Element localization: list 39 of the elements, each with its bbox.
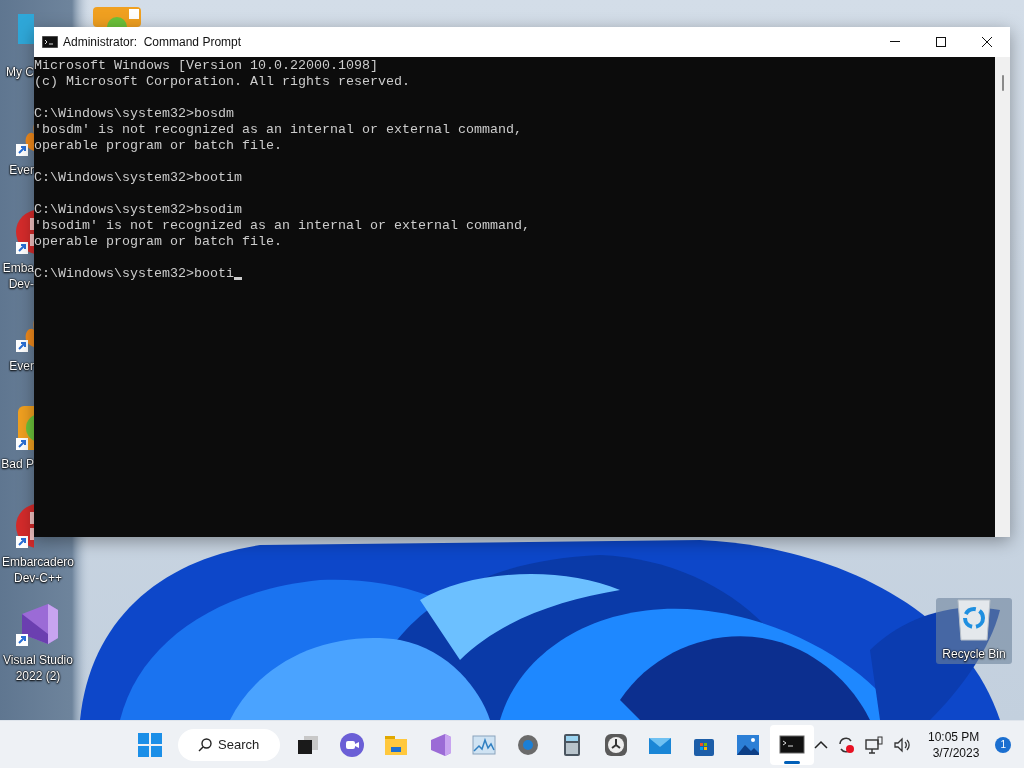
icon-label: Embarcadero — [1, 554, 74, 570]
search-icon — [198, 737, 212, 752]
taskbar-app[interactable] — [770, 724, 814, 765]
icon-label: Dev-C++ — [14, 570, 62, 586]
clock-icon[interactable] — [603, 731, 629, 758]
video-chat-icon[interactable] — [339, 731, 365, 758]
icon-label: 2022 (2) — [15, 668, 61, 684]
clock-time[interactable]: 10:05 PM — [928, 728, 980, 745]
recycle-bin-icon[interactable] — [954, 598, 994, 642]
window-title: Administrator: Command Prompt — [63, 34, 242, 51]
close-icon — [982, 37, 992, 47]
icon-label: My C — [6, 65, 34, 80]
icon-label: Dev- — [8, 277, 34, 292]
icon-label: Bad P — [1, 456, 34, 472]
icon-label: Ever — [9, 358, 34, 374]
minimize-icon — [890, 41, 900, 43]
console-line: 'bosdm' is not recognized as an internal or external command, — [34, 122, 522, 138]
search-button[interactable]: Search — [178, 728, 280, 761]
icon-label: Visual Studio — [3, 652, 73, 668]
console-line: C:\Windows\system32>bootim — [34, 170, 242, 186]
console-line: operable program or batch file. — [34, 138, 282, 154]
icon-label: Recycle Bin — [942, 646, 1006, 662]
network-icon[interactable] — [864, 734, 884, 755]
icon-label: Ever — [9, 162, 34, 177]
console-line: C:\Windows\system32>bsodim — [34, 202, 242, 218]
console-line: C:\Windows\system32>bosdm — [34, 106, 234, 122]
console-line: C:\Windows\system32>booti — [34, 266, 234, 281]
console-line: operable program or batch file. — [34, 234, 282, 250]
windows-logo-icon — [138, 732, 162, 757]
maximize-icon — [936, 37, 946, 47]
command-prompt-icon — [42, 36, 58, 48]
icon-label: Emba — [2, 260, 34, 275]
notification-badge[interactable]: 1 — [995, 736, 1012, 753]
console-line: 'bsodim' is not recognized as an internal or external command, — [34, 218, 530, 234]
console-line: (c) Microsoft Corporation. All rights reserved. — [34, 74, 410, 90]
chevron-up-icon[interactable] — [814, 739, 828, 750]
clock-date[interactable]: 3/7/2023 — [932, 744, 980, 761]
scrollbar[interactable] — [995, 57, 1010, 537]
console-line: Microsoft Windows [Version 10.0.22000.1098] — [34, 58, 378, 73]
